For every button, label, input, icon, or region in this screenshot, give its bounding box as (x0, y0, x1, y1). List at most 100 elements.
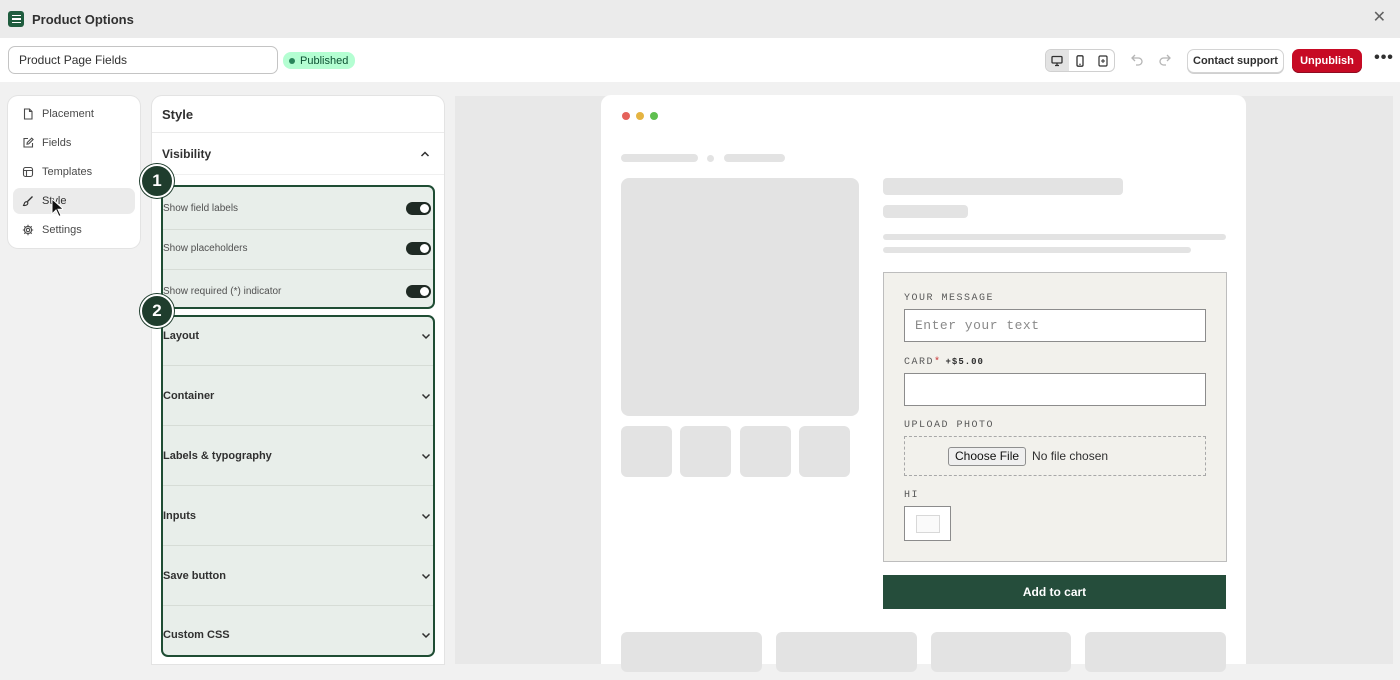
mobile-icon (1076, 54, 1084, 67)
sidebar-item-label: Fields (42, 137, 72, 149)
breadcrumb-skeleton (707, 155, 714, 162)
sidebar-item-label: Settings (42, 224, 82, 236)
related-product-skeleton (931, 632, 1071, 672)
toolbar: Published Contact support Unpublish ••• (0, 38, 1400, 82)
add-to-cart-button[interactable]: Add to cart (883, 575, 1226, 609)
chevron-down-icon (421, 513, 431, 519)
section-container[interactable]: Container (163, 366, 433, 426)
edit-icon (23, 137, 34, 148)
toggle-label: Show field labels (163, 202, 239, 214)
template-icon (22, 166, 34, 178)
section-custom-css[interactable]: Custom CSS (163, 606, 433, 663)
thumbnail-skeleton (740, 426, 791, 477)
description-skeleton (883, 234, 1226, 240)
mobile-view-button[interactable] (1069, 50, 1092, 71)
visibility-label: Visibility (162, 146, 212, 161)
card-price: +$5.00 (945, 357, 984, 367)
chevron-down-icon (421, 393, 431, 399)
product-price-skeleton (883, 205, 968, 218)
section-layout[interactable]: Layout (163, 306, 433, 366)
page-icon (23, 108, 33, 120)
sidebar-item-settings[interactable]: Settings (13, 217, 135, 243)
style-sections-highlight-box: Layout Container Labels & typography Inp… (161, 315, 435, 657)
app-icon (8, 11, 24, 27)
show-field-labels-toggle[interactable] (406, 201, 431, 215)
gear-icon (22, 224, 34, 236)
thumbnail-skeleton (621, 426, 672, 477)
annotation-badge-2: 2 (140, 294, 174, 328)
toggle-row-placeholders: Show placeholders (163, 227, 433, 270)
annotation-badge-1: 1 (140, 164, 174, 198)
visibility-highlight-box: Show field labels Show placeholders Show… (161, 185, 435, 309)
breadcrumb-skeleton (621, 154, 698, 162)
swatch-image-icon (915, 514, 940, 533)
mouse-cursor-icon (51, 198, 63, 218)
window-controls (622, 112, 658, 120)
product-options-widget: YOUR MESSAGE Enter your text CARD* +$5.00… (883, 272, 1227, 562)
sidebar-item-templates[interactable]: Templates (13, 159, 135, 185)
required-indicator: * (934, 357, 942, 368)
section-inputs[interactable]: Inputs (163, 486, 433, 546)
toggle-label: Show placeholders (163, 242, 248, 254)
close-icon[interactable]: ✕ (1373, 10, 1386, 26)
chevron-down-icon (421, 573, 431, 579)
section-labels-typography[interactable]: Labels & typography (163, 426, 433, 486)
chevron-down-icon (421, 333, 431, 339)
chevron-down-icon (421, 632, 431, 638)
section-label: Container (163, 389, 215, 402)
related-product-skeleton (1085, 632, 1226, 672)
desktop-icon (1051, 55, 1063, 66)
section-label: Layout (163, 329, 200, 342)
fullscreen-view-button[interactable] (1091, 50, 1114, 71)
sidebar-item-placement[interactable]: Placement (13, 101, 135, 127)
redo-icon[interactable] (1158, 52, 1172, 66)
section-label: Custom CSS (163, 628, 230, 641)
card-input[interactable] (904, 373, 1206, 406)
minimize-dot-icon (636, 112, 644, 120)
hi-field-label: HI (904, 490, 920, 501)
undo-icon[interactable] (1130, 52, 1144, 66)
device-switcher (1045, 49, 1115, 72)
preview-browser-window: YOUR MESSAGE Enter your text CARD* +$5.00… (601, 95, 1246, 672)
sidebar-item-label: Placement (42, 108, 94, 120)
sidebar-item-fields[interactable]: Fields (13, 130, 135, 156)
no-file-chosen-text: No file chosen (1032, 449, 1109, 463)
show-placeholders-toggle[interactable] (406, 241, 431, 255)
contact-support-button[interactable]: Contact support (1187, 49, 1284, 73)
desktop-view-button[interactable] (1046, 50, 1069, 71)
sidebar-item-label: Templates (42, 166, 93, 178)
sidebar-nav: Placement Fields Templates Style Setting… (8, 96, 140, 248)
title-bar: Product Options ✕ (0, 0, 1400, 38)
thumbnail-skeleton (799, 426, 850, 477)
sidebar-item-style[interactable]: Style (13, 188, 135, 214)
toggle-row-field-labels: Show field labels (163, 187, 433, 230)
card-field-label: CARD* +$5.00 (904, 357, 984, 368)
window-title: Product Options (32, 11, 134, 27)
choose-file-button[interactable]: Choose File (948, 446, 1027, 466)
visibility-section-header[interactable]: Visibility (152, 133, 444, 175)
chevron-up-icon (420, 150, 430, 157)
show-required-indicator-toggle[interactable] (406, 285, 431, 298)
status-dot-icon (289, 57, 295, 64)
image-swatch-option[interactable] (904, 506, 951, 541)
maximize-dot-icon (650, 112, 658, 120)
thumbnail-skeleton (680, 426, 731, 477)
expand-icon (1098, 54, 1108, 67)
message-field-label: YOUR MESSAGE (904, 293, 995, 304)
unpublish-button[interactable]: Unpublish (1292, 49, 1362, 73)
upload-photo-dropzone[interactable]: Choose File No file chosen (904, 436, 1206, 476)
message-input[interactable]: Enter your text (904, 309, 1206, 342)
more-actions-icon[interactable]: ••• (1374, 50, 1394, 71)
section-save-button[interactable]: Save button (163, 546, 433, 606)
status-badge-label: Published (300, 54, 349, 67)
product-image-skeleton (621, 178, 859, 416)
brush-icon (22, 196, 33, 207)
close-dot-icon (622, 112, 630, 120)
related-product-skeleton (776, 632, 917, 672)
upload-field-label: UPLOAD PHOTO (904, 420, 995, 431)
section-label: Save button (163, 569, 226, 582)
product-title-skeleton (883, 178, 1123, 195)
product-options-name-input[interactable] (8, 46, 278, 74)
section-label: Labels & typography (163, 449, 272, 462)
style-panel-title: Style (152, 96, 444, 133)
